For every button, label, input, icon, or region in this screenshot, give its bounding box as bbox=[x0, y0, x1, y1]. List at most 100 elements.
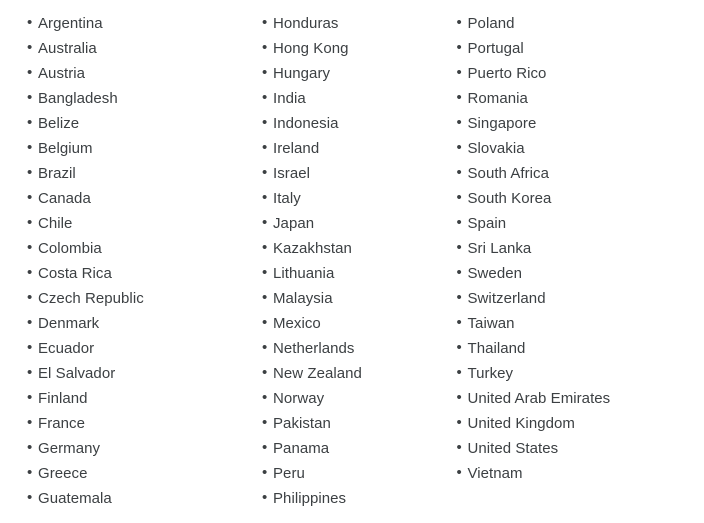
country-list-item: • United States bbox=[457, 436, 704, 461]
country-name-label: Belize bbox=[38, 115, 80, 132]
country-list-item: • Turkey bbox=[457, 361, 704, 386]
country-name-label: Mexico bbox=[273, 315, 321, 332]
country-name-label: Romania bbox=[467, 90, 528, 107]
bullet-icon: • bbox=[27, 164, 33, 181]
country-name-label: Singapore bbox=[467, 115, 537, 132]
country-name-label: Italy bbox=[273, 190, 301, 207]
country-list-item: • Honduras bbox=[262, 11, 450, 36]
bullet-icon: • bbox=[456, 464, 462, 481]
country-list-item: • Switzerland bbox=[457, 286, 704, 311]
country-list-item: • South Africa bbox=[457, 161, 704, 186]
country-name-label: Sweden bbox=[467, 265, 523, 282]
bullet-icon: • bbox=[27, 439, 33, 456]
country-name-label: Chile bbox=[38, 215, 73, 232]
country-name-label: Taiwan bbox=[467, 315, 515, 332]
bullet-icon: • bbox=[456, 364, 462, 381]
bullet-icon: • bbox=[456, 289, 462, 306]
country-list-item: • Indonesia bbox=[262, 111, 450, 136]
country-name-label: Hong Kong bbox=[273, 40, 349, 57]
country-list-item: • Argentina bbox=[27, 11, 252, 36]
country-list-item: • Austria bbox=[27, 61, 252, 86]
country-list-item: • Spain bbox=[457, 211, 704, 236]
bullet-icon: • bbox=[262, 439, 268, 456]
bullet-icon: • bbox=[27, 239, 33, 256]
country-name-label: Turkey bbox=[467, 365, 514, 382]
bullet-icon: • bbox=[456, 339, 462, 356]
country-list-item: • Taiwan bbox=[457, 311, 704, 336]
country-list-item: • Ecuador bbox=[27, 336, 252, 361]
country-list-item: • Thailand bbox=[457, 336, 704, 361]
country-list-item: • Lithuania bbox=[262, 261, 450, 286]
country-name-label: Germany bbox=[38, 440, 101, 457]
bullet-icon: • bbox=[456, 89, 462, 106]
country-list-item: • Japan bbox=[262, 211, 450, 236]
country-name-label: Australia bbox=[38, 40, 97, 57]
country-name-label: Norway bbox=[273, 390, 325, 407]
country-name-label: Kazakhstan bbox=[273, 240, 352, 257]
bullet-icon: • bbox=[27, 314, 33, 331]
country-name-label: Puerto Rico bbox=[467, 65, 547, 82]
country-name-label: France bbox=[38, 415, 85, 432]
country-name-label: Japan bbox=[273, 215, 315, 232]
bullet-icon: • bbox=[27, 289, 33, 306]
country-name-label: Indonesia bbox=[273, 115, 339, 132]
country-list-item: • Sweden bbox=[457, 261, 704, 286]
country-list-item: • Germany bbox=[27, 436, 252, 461]
bullet-icon: • bbox=[262, 364, 268, 381]
country-list-item: • Netherlands bbox=[262, 336, 450, 361]
country-name-label: Belgium bbox=[38, 140, 93, 157]
country-name-label: Netherlands bbox=[273, 340, 355, 357]
country-name-label: Pakistan bbox=[273, 415, 331, 432]
country-list-item: • Kazakhstan bbox=[262, 236, 450, 261]
bullet-icon: • bbox=[262, 114, 268, 131]
country-name-label: Switzerland bbox=[467, 290, 546, 307]
country-list-item: • United Kingdom bbox=[457, 411, 704, 436]
country-list-item: • Poland bbox=[457, 11, 704, 36]
country-name-label: Czech Republic bbox=[38, 290, 144, 307]
bullet-icon: • bbox=[262, 89, 268, 106]
country-list-item: • Canada bbox=[27, 186, 252, 211]
country-list-item: • El Salvador bbox=[27, 361, 252, 386]
country-name-label: Brazil bbox=[38, 165, 76, 182]
country-list-item: • Greece bbox=[27, 461, 252, 486]
country-name-label: Thailand bbox=[467, 340, 526, 357]
bullet-icon: • bbox=[262, 239, 268, 256]
country-name-label: United Arab Emirates bbox=[467, 390, 611, 407]
country-name-label: Canada bbox=[38, 190, 91, 207]
country-list-item: • New Zealand bbox=[262, 361, 450, 386]
country-list-item: • Sri Lanka bbox=[457, 236, 704, 261]
country-name-label: Denmark bbox=[38, 315, 100, 332]
bullet-icon: • bbox=[456, 189, 462, 206]
country-list-item: • South Korea bbox=[457, 186, 704, 211]
country-name-label: South Korea bbox=[467, 190, 552, 207]
country-list-item: • Vietnam bbox=[457, 461, 704, 486]
country-name-label: Spain bbox=[467, 215, 507, 232]
bullet-icon: • bbox=[456, 264, 462, 281]
bullet-icon: • bbox=[27, 364, 33, 381]
country-list-item: • Philippines bbox=[262, 486, 450, 511]
country-name-label: South Africa bbox=[467, 165, 549, 182]
bullet-icon: • bbox=[27, 339, 33, 356]
country-list-item: • Brazil bbox=[27, 161, 252, 186]
country-name-label: Israel bbox=[273, 165, 310, 182]
country-column-2: • Honduras • Hong Kong • Hungary • India • Indone… bbox=[252, 11, 450, 511]
country-column-1: • Argentina • Australia • Austria • Bangladesh •… bbox=[0, 11, 252, 511]
country-list-item: • Hungary bbox=[262, 61, 450, 86]
country-name-label: Ireland bbox=[273, 140, 320, 157]
bullet-icon: • bbox=[262, 389, 268, 406]
bullet-icon: • bbox=[456, 439, 462, 456]
bullet-icon: • bbox=[456, 214, 462, 231]
country-name-label: Peru bbox=[273, 465, 305, 482]
bullet-icon: • bbox=[262, 264, 268, 281]
country-name-label: Argentina bbox=[38, 15, 103, 32]
country-list-item: • Peru bbox=[262, 461, 450, 486]
country-name-label: Philippines bbox=[273, 490, 347, 507]
country-list-item: • Singapore bbox=[457, 111, 704, 136]
country-name-label: Poland bbox=[467, 15, 515, 32]
country-list-item: • France bbox=[27, 411, 252, 436]
country-list-item: • Malaysia bbox=[262, 286, 450, 311]
bullet-icon: • bbox=[27, 214, 33, 231]
bullet-icon: • bbox=[262, 64, 268, 81]
bullet-icon: • bbox=[27, 489, 33, 506]
bullet-icon: • bbox=[262, 189, 268, 206]
